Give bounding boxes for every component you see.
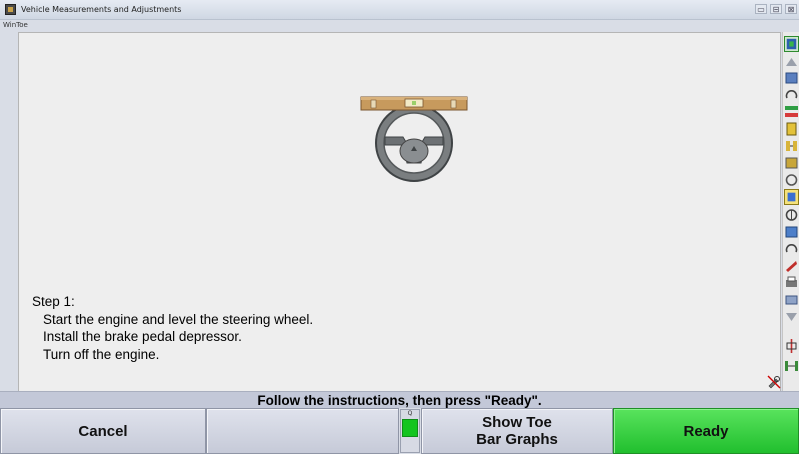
step-label: Step 1: [32,294,75,309]
show-toe-label-line2: Bar Graphs [476,431,558,448]
sensor-head-icon[interactable] [784,224,799,240]
indicator-light [402,419,418,437]
minimize-button[interactable]: ▭ [755,4,767,14]
show-toe-label-line1: Show Toe [482,414,552,431]
show-toe-bar-graphs-button[interactable]: Show Toe Bar Graphs [421,408,613,454]
instruction-text: Step 1: Start the engine and level the s… [32,293,313,363]
axle-icon[interactable] [784,138,799,154]
brake-icon[interactable] [784,258,799,274]
scroll-up-icon[interactable] [784,54,799,70]
scroll-down-icon[interactable] [784,309,799,325]
caster-swing-icon[interactable] [784,104,799,120]
window-titlebar: Vehicle Measurements and Adjustments ▭ ⊟… [0,0,799,20]
turn-icon[interactable] [784,87,799,103]
window-title: Vehicle Measurements and Adjustments [21,5,182,14]
tool-off-icon[interactable] [767,375,781,389]
wheel-sensor-icon[interactable] [784,70,799,86]
instruction-line: Start the engine and level the steering … [43,311,314,327]
indicator-label: Q [407,410,413,417]
status-message: Follow the instructions, then press "Rea… [0,391,799,408]
blank-function-button[interactable] [206,408,399,454]
active-procedure-icon[interactable] [784,189,799,205]
toe-adjust-icon[interactable] [784,36,799,52]
procedure-sidebar [782,32,799,392]
front-wheels-icon[interactable] [784,172,799,188]
maximize-button[interactable]: ⊟ [770,4,782,14]
instruction-panel: Step 1: Start the engine and level the s… [18,32,781,392]
cancel-button[interactable]: Cancel [0,408,206,454]
ready-button[interactable]: Ready [613,408,799,454]
vehicle-toe-icon[interactable] [784,121,799,137]
rear-axle-icon[interactable] [784,358,799,374]
window-controls: ▭ ⊟ ⊠ [755,4,797,14]
instruction-line: Install the brake pedal depressor. [43,329,242,344]
cancel-button-label: Cancel [78,422,128,440]
ready-button-label: Ready [683,422,729,440]
alignment-icon[interactable] [784,338,799,354]
steering-icon[interactable] [784,207,799,223]
steering-wheel-leveler-icon [360,96,468,182]
print-icon[interactable] [784,275,799,291]
turn-back-icon[interactable] [784,241,799,257]
instruction-line: Turn off the engine. [43,346,160,362]
tilt-icon[interactable] [784,292,799,308]
camber-icon[interactable] [784,155,799,171]
app-icon [5,4,16,15]
app-subtitle: WinToe [3,21,28,29]
status-indicator: Q [400,409,420,453]
close-button[interactable]: ⊠ [785,4,797,14]
